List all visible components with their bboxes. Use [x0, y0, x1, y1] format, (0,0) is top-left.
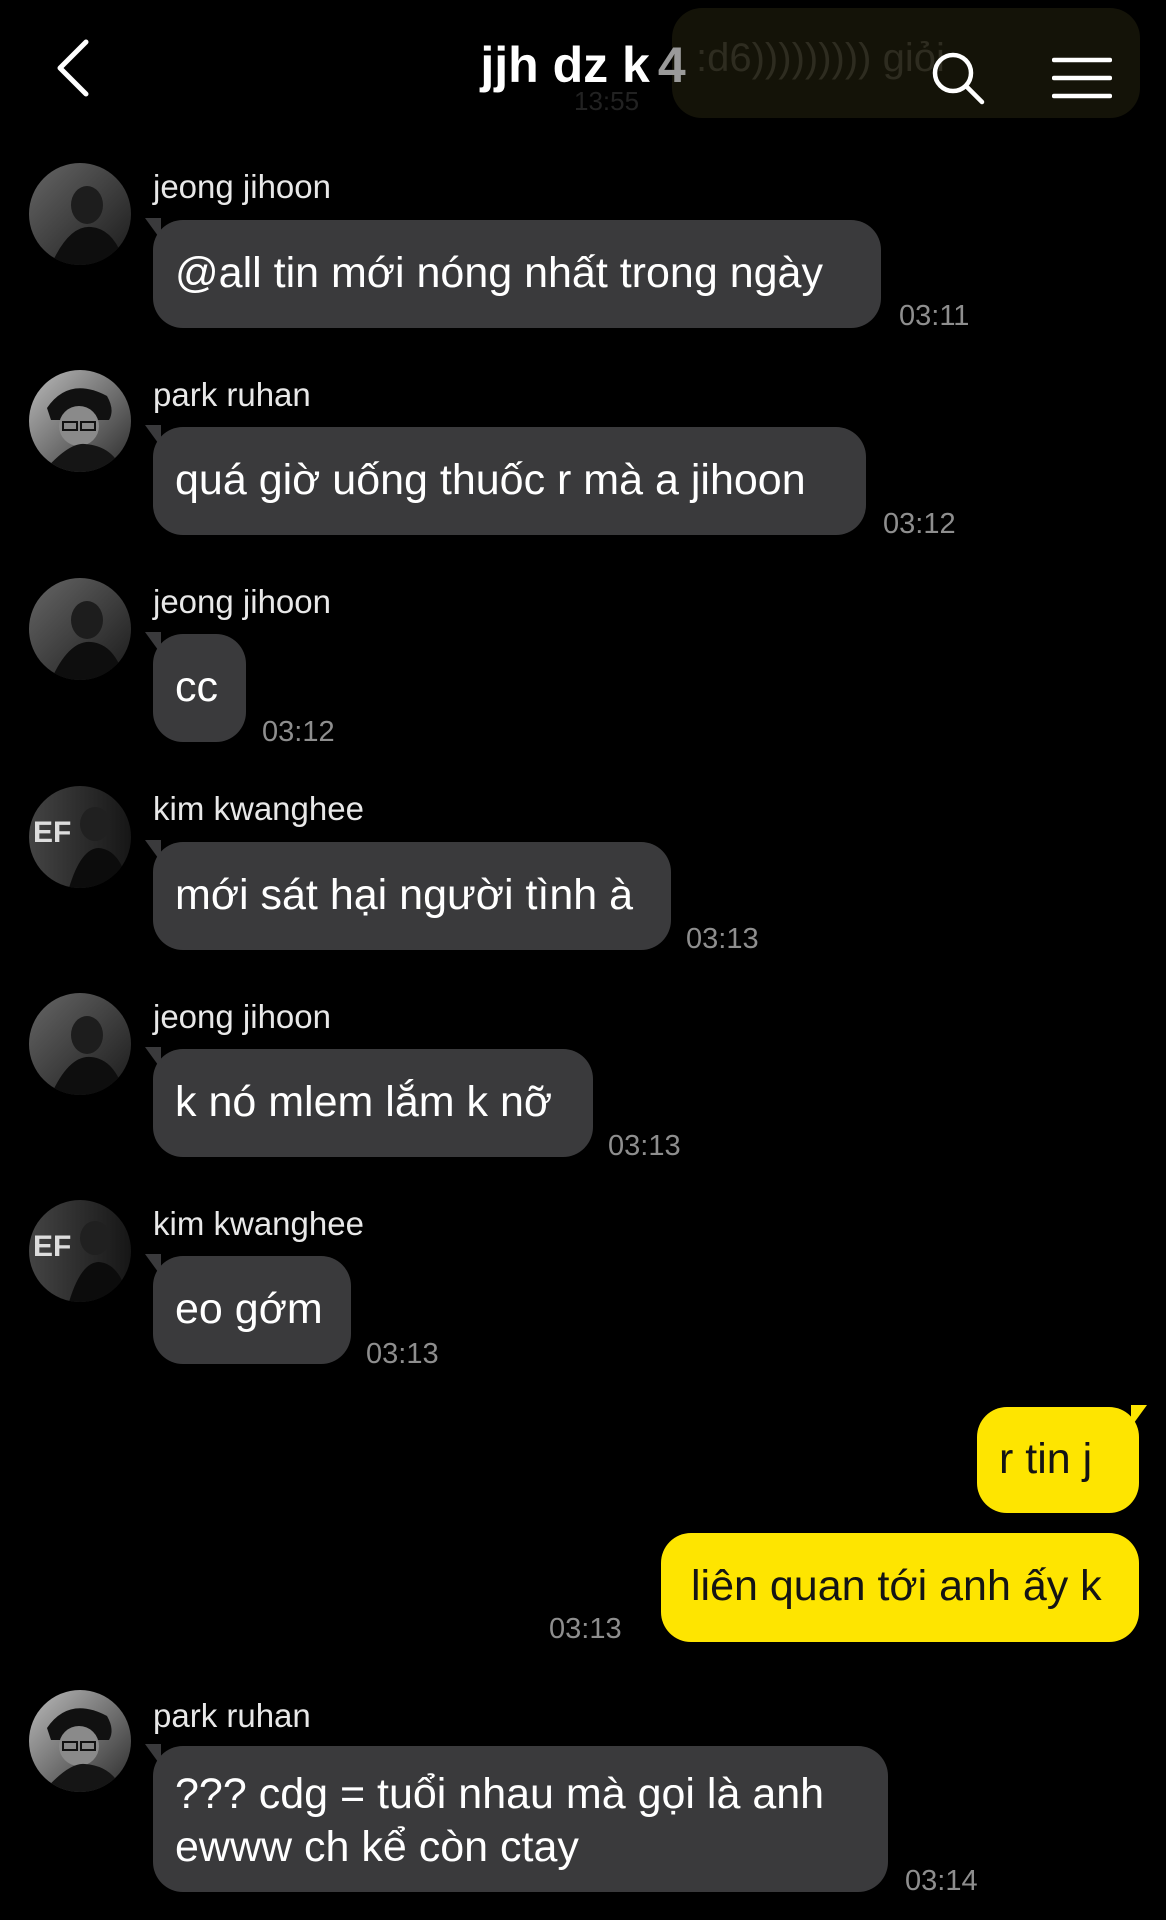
sender-name: jeong jihoon [153, 168, 331, 205]
sender-name: jeong jihoon [153, 583, 331, 620]
message-time: 03:13 [366, 1338, 439, 1370]
svg-text:EF: EF [33, 1230, 71, 1263]
sender-name: park ruhan [153, 1697, 311, 1734]
chat-title: jjh dz k4 [0, 36, 1166, 94]
message-bubble[interactable]: k nó mlem lắm k nỡ [145, 1047, 593, 1157]
message-time: 03:11 [899, 300, 970, 332]
member-count: 4 [657, 37, 686, 93]
message-time: 03:12 [262, 716, 335, 748]
avatar[interactable] [29, 370, 131, 472]
message-bubble[interactable]: cc [145, 632, 246, 742]
avatar[interactable] [29, 1690, 131, 1792]
chat-header: :d6))))))))) giỏi 13:55 jjh dz k4 [0, 0, 1166, 140]
chat-name: jjh dz k [480, 37, 650, 93]
sender-name: park ruhan [153, 376, 311, 413]
message-line: ewww ch kể còn ctay [175, 1823, 579, 1871]
avatar[interactable] [29, 993, 131, 1095]
message-bubble[interactable]: r tin j [977, 1405, 1147, 1513]
message-time: 03:13 [686, 923, 759, 955]
hamburger-menu-icon[interactable] [1052, 56, 1112, 100]
svg-text:EF: EF [33, 816, 71, 849]
message-time: 03:13 [549, 1613, 622, 1645]
message-time: 03:14 [905, 1865, 978, 1897]
avatar[interactable]: EF [29, 786, 131, 888]
message-bubble[interactable]: liên quan tới anh ấy k [661, 1533, 1139, 1642]
sender-name: jeong jihoon [153, 998, 331, 1035]
avatar[interactable] [29, 578, 131, 680]
message-bubble[interactable]: ??? cdg = tuổi nhau mà gọi là anh ewww c… [145, 1744, 888, 1892]
message-bubble[interactable]: eo gớm [145, 1254, 351, 1364]
message-bubble[interactable]: mới sát hại người tình à [145, 840, 671, 950]
message-bubble[interactable]: quá giờ uống thuốc r mà a jihoon [145, 425, 866, 535]
sender-name: kim kwanghee [153, 790, 364, 827]
sender-name: kim kwanghee [153, 1205, 364, 1242]
message-time: 03:12 [883, 508, 956, 540]
search-icon[interactable] [930, 50, 986, 106]
avatar[interactable]: EF [29, 1200, 131, 1302]
message-bubble[interactable]: @all tin mới nóng nhất trong ngày [145, 218, 881, 328]
message-time: 03:13 [608, 1130, 681, 1162]
message-line: ??? cdg = tuổi nhau mà gọi là anh [175, 1770, 825, 1818]
avatar[interactable] [29, 163, 131, 265]
